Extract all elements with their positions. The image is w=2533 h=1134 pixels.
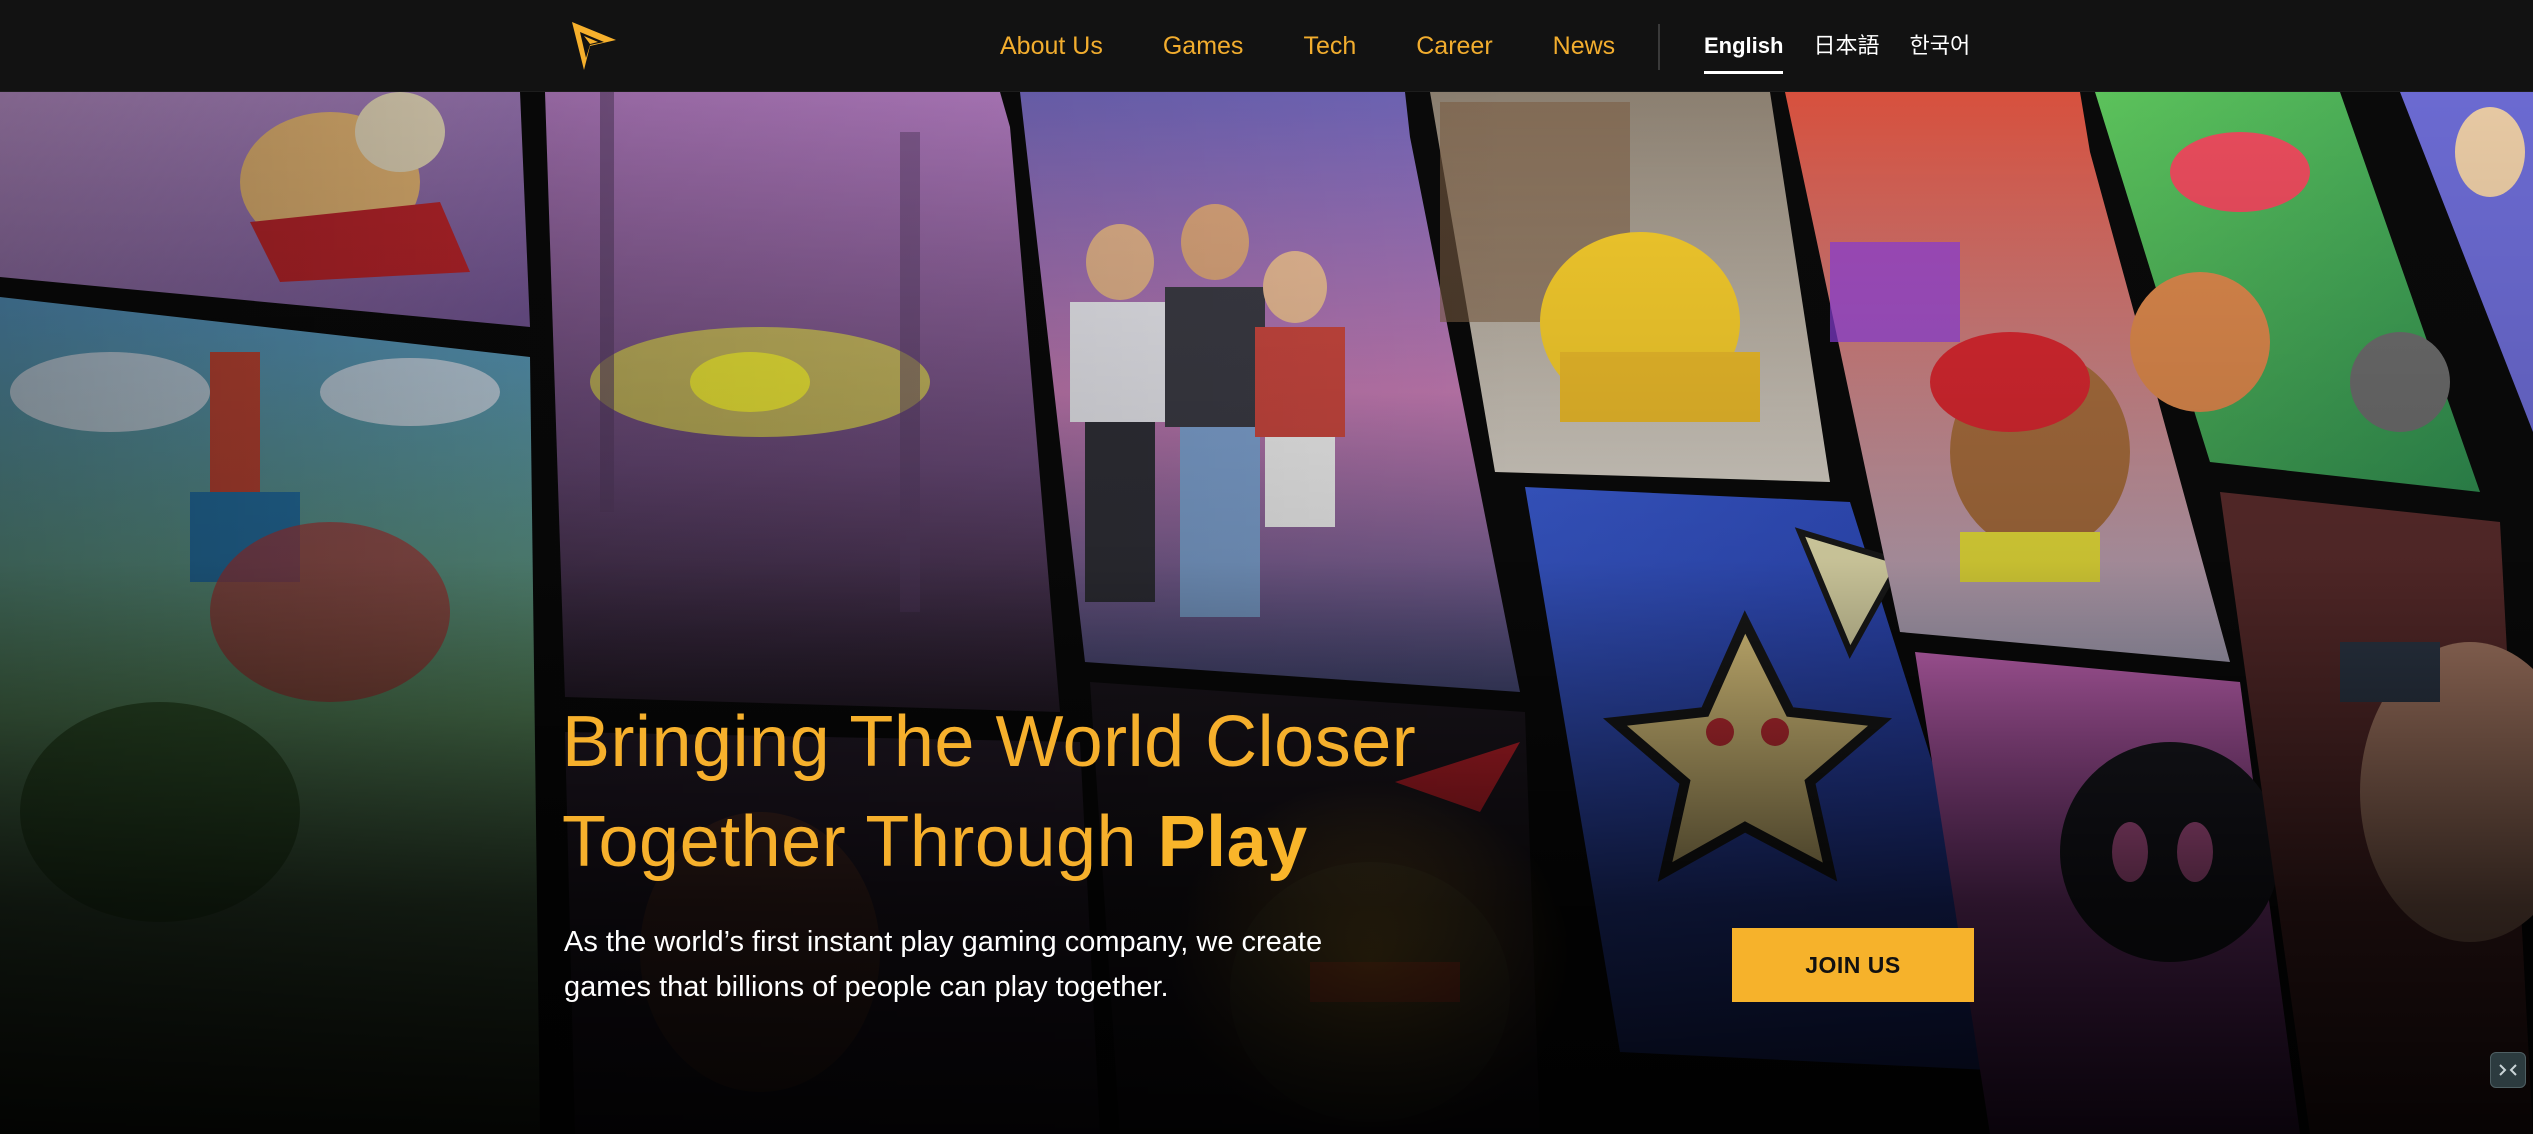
language-japanese[interactable]: 日本語 [1813, 0, 1879, 92]
top-navigation-bar: About Us Games Tech Career News English … [0, 0, 2533, 92]
hero-description: As the world’s first instant play gaming… [564, 920, 1464, 1010]
nav-link-career[interactable]: Career [1416, 32, 1492, 61]
nav-link-about-us[interactable]: About Us [1000, 32, 1103, 61]
join-us-button[interactable]: JOIN US [1732, 928, 1974, 1002]
hero-section: Bringing The World Closer Together Throu… [0, 92, 2533, 1134]
hero-headline-line-2-text: Together Through [562, 802, 1158, 882]
language-switcher: English 日本語 한국어 [1704, 0, 2000, 92]
paper-plane-logo-icon[interactable] [566, 18, 622, 74]
language-korean[interactable]: 한국어 [1909, 0, 1970, 92]
main-nav: About Us Games Tech Career News [1000, 0, 1675, 92]
nav-link-tech[interactable]: Tech [1303, 32, 1356, 61]
collapse-arrows-icon[interactable] [2490, 1052, 2526, 1088]
hero-description-line-2: games that billions of people can play t… [564, 971, 1169, 1003]
nav-link-news[interactable]: News [1553, 32, 1616, 61]
page: About Us Games Tech Career News English … [0, 0, 2533, 1134]
hero-description-line-1: As the world’s first instant play gaming… [564, 926, 1323, 958]
hero-headline: Bringing The World Closer Together Throu… [562, 692, 1562, 892]
nav-link-games[interactable]: Games [1163, 32, 1244, 61]
language-english[interactable]: English [1704, 0, 1784, 92]
hero-headline-line-2: Together Through Play [562, 792, 1562, 892]
hero-headline-line-1: Bringing The World Closer [562, 702, 1417, 782]
hero-headline-emphasis: Play [1157, 802, 1308, 882]
nav-divider [1658, 24, 1660, 70]
